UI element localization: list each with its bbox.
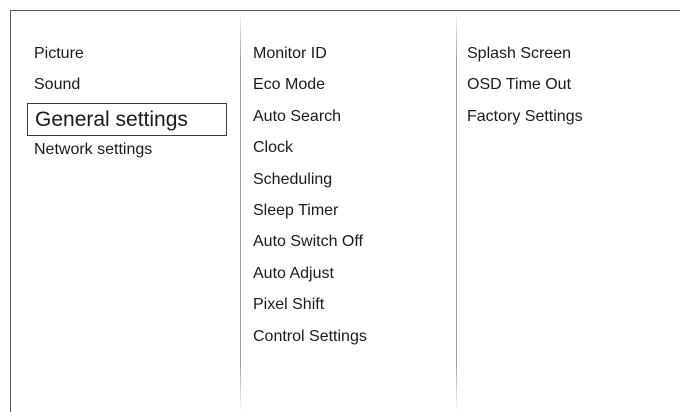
menu-item-general-settings[interactable]: General settings: [27, 102, 227, 136]
menu-item-auto-search[interactable]: Auto Search: [253, 105, 448, 136]
main-menu-column: Picture Sound General settings Network s…: [27, 42, 232, 169]
menu-item-auto-adjust[interactable]: Auto Adjust: [253, 262, 448, 293]
menu-item-network-settings[interactable]: Network settings: [27, 138, 232, 169]
menu-item-sleep-timer[interactable]: Sleep Timer: [253, 199, 448, 230]
menu-item-pixel-shift[interactable]: Pixel Shift: [253, 293, 448, 324]
menu-item-eco-mode[interactable]: Eco Mode: [253, 73, 448, 104]
menu-item-control-settings[interactable]: Control Settings: [253, 325, 448, 356]
column-divider: [240, 10, 241, 412]
menu-item-clock[interactable]: Clock: [253, 136, 448, 167]
menu-item-auto-switch-off[interactable]: Auto Switch Off: [253, 230, 448, 261]
menu-item-picture[interactable]: Picture: [27, 42, 232, 73]
menu-item-sound[interactable]: Sound: [27, 73, 232, 104]
menu-item-factory-settings[interactable]: Factory Settings: [467, 105, 672, 136]
column-divider: [456, 10, 457, 412]
general-settings-column: Monitor ID Eco Mode Auto Search Clock Sc…: [253, 42, 448, 356]
menu-item-splash-screen[interactable]: Splash Screen: [467, 42, 672, 73]
menu-item-scheduling[interactable]: Scheduling: [253, 168, 448, 199]
submenu-column: Splash Screen OSD Time Out Factory Setti…: [467, 42, 672, 136]
menu-item-monitor-id[interactable]: Monitor ID: [253, 42, 448, 73]
menu-item-osd-time-out[interactable]: OSD Time Out: [467, 73, 672, 104]
